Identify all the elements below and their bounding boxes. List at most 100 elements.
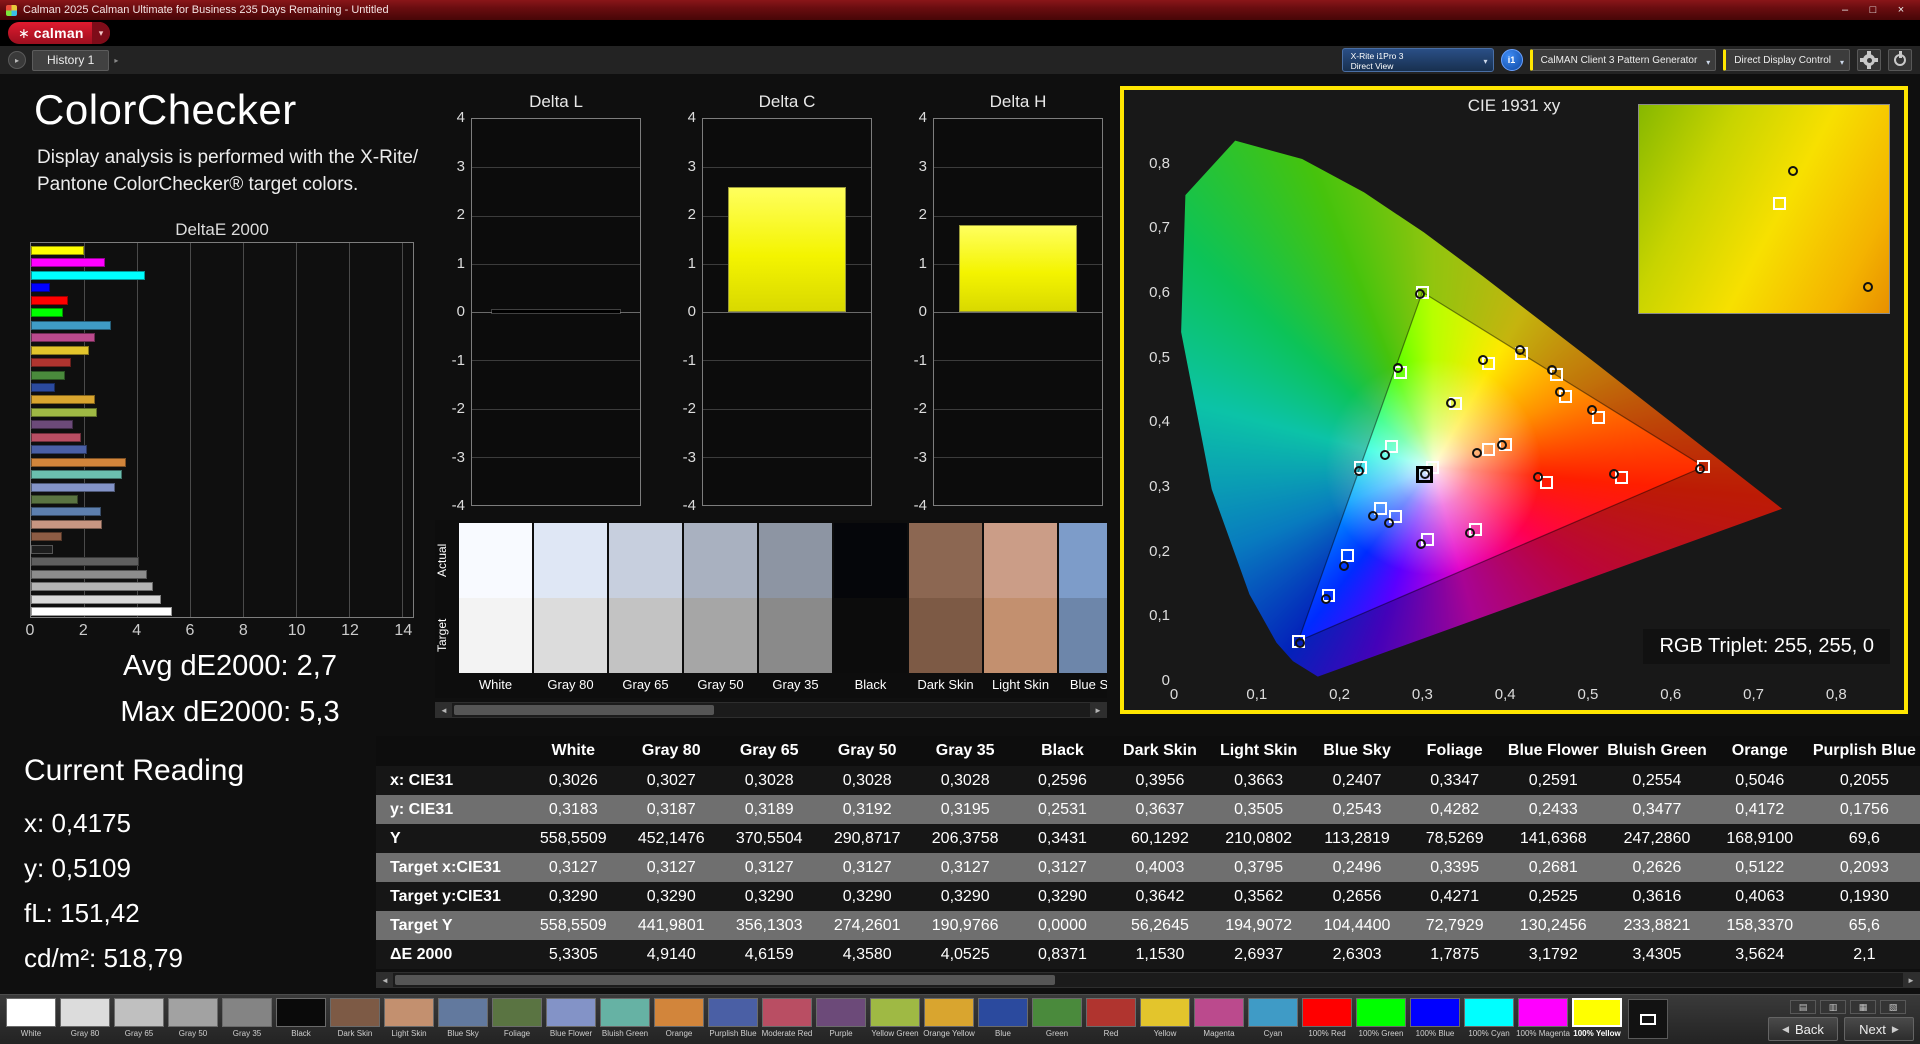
scroll-right-icon[interactable]: ► — [1090, 703, 1106, 717]
swatch-column: Gray 65 — [609, 523, 682, 692]
pattern-swatch-foliage[interactable]: Foliage — [490, 998, 544, 1038]
pattern-swatch-100-yellow[interactable]: 100% Yellow — [1570, 998, 1624, 1038]
meter-status-icon[interactable]: i1 — [1500, 49, 1523, 71]
pattern-swatch-100-blue[interactable]: 100% Blue — [1408, 998, 1462, 1038]
pattern-swatch-gray-65[interactable]: Gray 65 — [112, 998, 166, 1038]
pattern-swatch-green[interactable]: Green — [1030, 998, 1084, 1038]
scroll-right-icon[interactable]: ► — [1903, 973, 1919, 987]
custom-pattern-button[interactable] — [1628, 999, 1668, 1039]
pattern-swatch-dark-skin[interactable]: Dark Skin — [328, 998, 382, 1038]
cie-xtick: 0,4 — [1494, 686, 1516, 703]
calman-menu-button[interactable]: ∗ calman ▾ — [8, 22, 111, 44]
display-control-button[interactable]: Direct Display Control ▾ — [1723, 49, 1850, 71]
pattern-generator-button[interactable]: CalMAN Client 3 Pattern Generator ▾ — [1529, 49, 1717, 71]
pattern-swatch-label: Gray 35 — [232, 1029, 262, 1038]
delta-ytick: -4 — [682, 497, 696, 514]
tab-history-1[interactable]: History 1 — [32, 49, 110, 71]
pattern-swatch-label: Green — [1045, 1029, 1069, 1038]
back-button[interactable]: ◀ Back — [1768, 1017, 1838, 1041]
chevron-down-icon[interactable]: ▾ — [91, 22, 111, 44]
pattern-swatch-bluish-green[interactable]: Bluish Green — [598, 998, 652, 1038]
pattern-swatch-orange-yellow[interactable]: Orange Yellow — [922, 998, 976, 1038]
history-nav-icon[interactable]: ▸ — [8, 51, 26, 69]
pattern-swatch-100-red[interactable]: 100% Red — [1300, 998, 1354, 1038]
delta-h-chart: Delta H 4 3 2 1 0 -1 -2 -3 -4 — [891, 92, 1105, 514]
table-scrollbar[interactable]: ◄ ► — [376, 972, 1920, 988]
pattern-swatch-100-green[interactable]: 100% Green — [1354, 998, 1408, 1038]
deltae-bar — [31, 246, 85, 255]
cie-1931-panel[interactable]: CIE 1931 xy RGB Triplet: 255, 255, 0 0 0,… — [1120, 86, 1908, 714]
toolbar-icon-3[interactable]: ▦ — [1850, 1000, 1876, 1014]
pattern-swatch-color — [978, 998, 1028, 1027]
pattern-swatch-color — [1248, 998, 1298, 1027]
table-cell: 0,3431 — [1014, 824, 1111, 853]
pattern-swatch-color — [6, 998, 56, 1027]
pattern-swatch-light-skin[interactable]: Light Skin — [382, 998, 436, 1038]
pattern-swatch-gray-50[interactable]: Gray 50 — [166, 998, 220, 1038]
power-button[interactable] — [1888, 49, 1912, 71]
next-button[interactable]: Next ▶ — [1844, 1017, 1914, 1041]
pattern-swatch-blue-flower[interactable]: Blue Flower — [544, 998, 598, 1038]
table-cell: 3,5624 — [1710, 940, 1809, 969]
pattern-swatch-magenta[interactable]: Magenta — [1192, 998, 1246, 1038]
table-cell: 104,4400 — [1308, 911, 1407, 940]
toolbar-icon-2[interactable]: ▥ — [1820, 1000, 1846, 1014]
pattern-swatch-gray-35[interactable]: Gray 35 — [220, 998, 274, 1038]
settings-button[interactable] — [1857, 49, 1881, 71]
delta-ytick: 4 — [687, 109, 696, 126]
pattern-swatch-blue[interactable]: Blue — [976, 998, 1030, 1038]
pattern-swatch-label: 100% Blue — [1415, 1029, 1455, 1038]
pattern-swatch-100-magenta[interactable]: 100% Magenta — [1516, 998, 1570, 1038]
cie-xtick: 0 — [1169, 686, 1179, 703]
pattern-swatch-white[interactable]: White — [4, 998, 58, 1038]
table-row: Target Y 558,5509 441,9801 356,1303 274,2601… — [376, 911, 1920, 940]
pattern-swatch-moderate-red[interactable]: Moderate Red — [760, 998, 814, 1038]
table-column-header: Dark Skin — [1110, 736, 1210, 766]
meter-select-button[interactable]: X-Rite i1Pro 3 Direct View ▾ — [1341, 48, 1494, 72]
cie-xtick: 0,2 — [1329, 686, 1351, 703]
scroll-left-icon[interactable]: ◄ — [377, 973, 393, 987]
pattern-swatch-cyan[interactable]: Cyan — [1246, 998, 1300, 1038]
pattern-swatch-orange[interactable]: Orange — [652, 998, 706, 1038]
scroll-left-icon[interactable]: ◄ — [436, 703, 452, 717]
pattern-swatch-blue-sky[interactable]: Blue Sky — [436, 998, 490, 1038]
minimize-button[interactable]: – — [1832, 4, 1858, 16]
table-cell: 0,2591 — [1503, 766, 1604, 795]
cie-measured-marker — [1477, 354, 1488, 365]
pattern-swatch-red[interactable]: Red — [1084, 998, 1138, 1038]
table-cell: 0,2626 — [1603, 853, 1711, 882]
description-line-2: Pantone ColorChecker® target colors. — [37, 174, 359, 195]
actual-swatch — [684, 523, 757, 598]
table-cell: 0,3189 — [720, 795, 819, 824]
pattern-swatch-yellow-green[interactable]: Yellow Green — [868, 998, 922, 1038]
tab-scroll-right-icon[interactable]: ▸ — [114, 56, 118, 65]
cie-measured-marker — [1586, 405, 1597, 416]
pattern-swatch-purple[interactable]: Purple — [814, 998, 868, 1038]
target-swatch — [1059, 598, 1107, 673]
table-cell: 2,6937 — [1209, 940, 1309, 969]
maximize-button[interactable]: □ — [1860, 4, 1886, 16]
pattern-swatch-label: Cyan — [1263, 1029, 1283, 1038]
pattern-swatch-100-cyan[interactable]: 100% Cyan — [1462, 998, 1516, 1038]
pattern-swatch-black[interactable]: Black — [274, 998, 328, 1038]
table-cell: 0,4172 — [1710, 795, 1809, 824]
delta-gridline — [703, 408, 871, 410]
toolbar-icon-1[interactable]: ▤ — [1790, 1000, 1816, 1014]
strip-scroll-thumb[interactable] — [454, 705, 714, 715]
pattern-swatch-gray-80[interactable]: Gray 80 — [58, 998, 112, 1038]
table-cell: 0,2055 — [1808, 766, 1920, 795]
delta-ytick: 3 — [456, 157, 465, 175]
table-scroll-thumb[interactable] — [395, 975, 1055, 985]
table-cell: 0,2543 — [1308, 795, 1407, 824]
pattern-swatch-purplish-blue[interactable]: Purplish Blue — [706, 998, 760, 1038]
strip-scrollbar[interactable]: ◄ ► — [435, 702, 1107, 718]
table-cell: 0,3290 — [1014, 882, 1111, 911]
delta-gridline — [472, 167, 640, 169]
toolbar-icon-4[interactable]: ▧ — [1880, 1000, 1906, 1014]
actual-swatch — [609, 523, 682, 598]
close-button[interactable]: × — [1888, 4, 1914, 16]
table-cell: 0,2531 — [1014, 795, 1111, 824]
pattern-swatch-label: Yellow — [1153, 1029, 1177, 1038]
table-cell: 158,3370 — [1710, 911, 1809, 940]
pattern-swatch-yellow[interactable]: Yellow — [1138, 998, 1192, 1038]
